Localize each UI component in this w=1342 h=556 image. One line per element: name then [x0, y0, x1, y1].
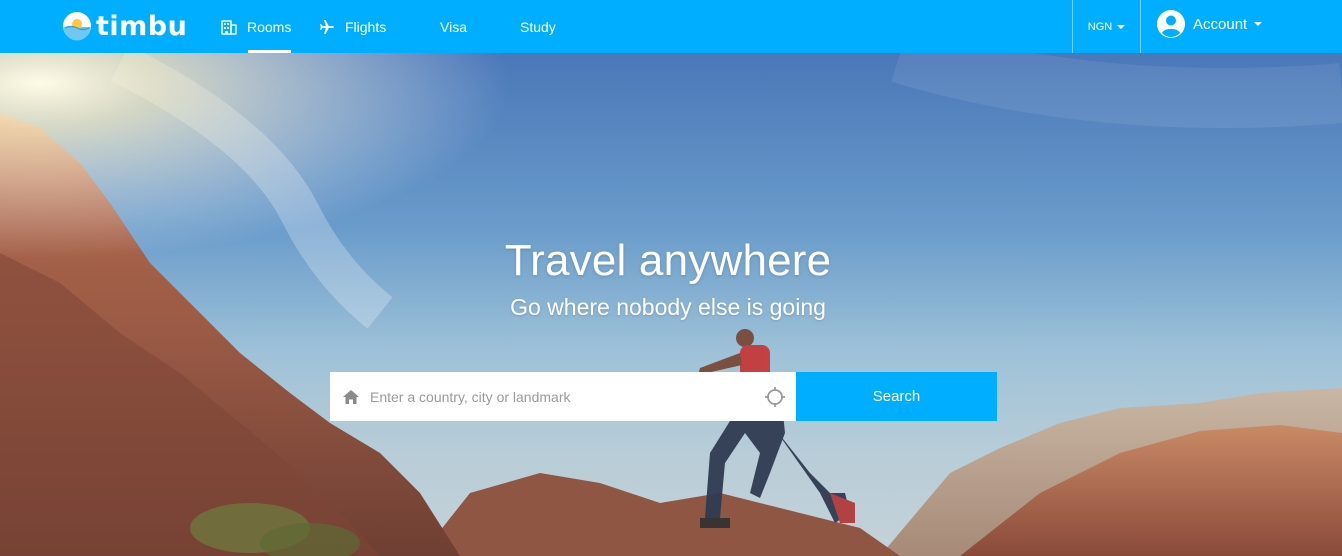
hero-section: Travel anywhere Go where nobody else is …: [0, 53, 1342, 556]
sun-horizon-logo-icon: [63, 12, 91, 41]
search-input[interactable]: [368, 375, 764, 418]
page: timbu Rooms Flights Visa Study NGN Accou…: [0, 0, 1342, 556]
search-button[interactable]: Search: [796, 372, 997, 421]
nav-divider: [1140, 0, 1141, 53]
nav-study[interactable]: Study: [520, 0, 556, 53]
brand-logo[interactable]: timbu: [62, 6, 187, 46]
nav-flights[interactable]: Flights: [319, 0, 386, 53]
nav-visa[interactable]: Visa: [440, 0, 467, 53]
nav-visa-label: Visa: [440, 18, 467, 35]
brand-name: timbu: [96, 10, 188, 42]
nav-rooms[interactable]: Rooms: [221, 0, 292, 53]
user-circle-icon: [1157, 10, 1185, 38]
nav-rooms-label: Rooms: [247, 18, 292, 35]
nav-study-label: Study: [520, 18, 556, 35]
home-icon: [343, 389, 359, 404]
building-icon: [221, 19, 237, 35]
search-box: [330, 372, 796, 421]
top-navbar: timbu Rooms Flights Visa Study NGN Accou…: [0, 0, 1342, 53]
hero-subtitle: Go where nobody else is going: [510, 294, 826, 320]
airplane-icon: [320, 19, 334, 34]
currency-selector[interactable]: NGN: [1073, 0, 1140, 53]
caret-down-icon: [1117, 24, 1126, 29]
account-label: Account: [1193, 15, 1248, 33]
hero-title: Travel anywhere: [504, 236, 832, 285]
crosshair-locate-icon[interactable]: [764, 386, 786, 408]
caret-down-icon: [1254, 22, 1263, 26]
account-menu[interactable]: Account: [1156, 0, 1263, 48]
nav-flights-label: Flights: [345, 18, 387, 35]
currency-label: NGN: [1087, 20, 1113, 33]
